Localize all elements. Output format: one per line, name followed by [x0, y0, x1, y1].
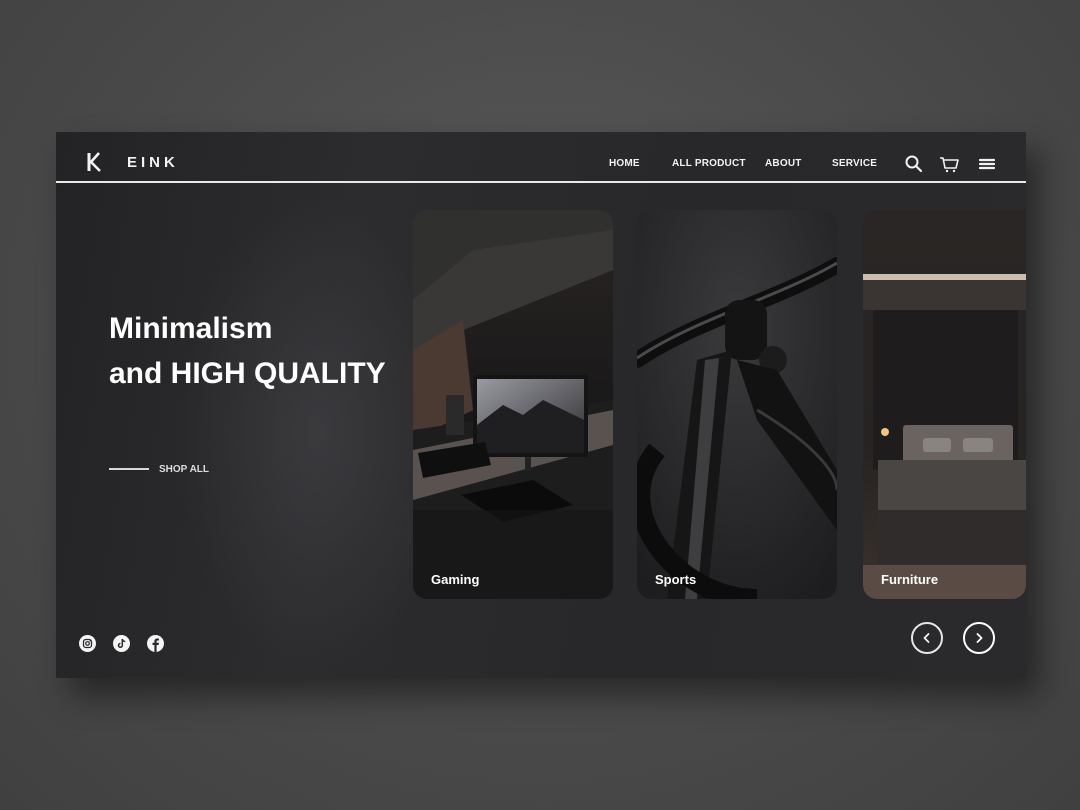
category-card-gaming[interactable]: Gaming: [413, 210, 613, 599]
hero-line-2: and HIGH QUALITY: [109, 357, 386, 390]
brand-name[interactable]: EINK: [127, 154, 179, 171]
logo-mark-icon[interactable]: [86, 150, 106, 174]
card-label-gaming: Gaming: [431, 572, 480, 587]
bedroom-image: [863, 210, 1026, 599]
category-card-furniture[interactable]: Furniture: [863, 210, 1026, 599]
landing-page-panel: EINK HOME ALL PRODUCT ABOUT SERVICE Mini…: [56, 132, 1026, 678]
cart-icon[interactable]: [939, 154, 959, 174]
tiktok-icon[interactable]: [113, 635, 130, 652]
chevron-right-icon: [976, 633, 983, 643]
shop-all-line: [109, 468, 149, 470]
gaming-desk-image: [413, 210, 613, 599]
instagram-icon[interactable]: [79, 635, 96, 652]
chevron-left-icon: [923, 633, 930, 643]
nav-home[interactable]: HOME: [609, 158, 640, 169]
bicycle-image: [637, 210, 837, 599]
carousel-next-button[interactable]: [963, 622, 995, 654]
card-label-sports: Sports: [655, 572, 697, 587]
card-label-furniture: Furniture: [881, 572, 939, 587]
menu-icon[interactable]: [977, 154, 997, 174]
category-card-sports[interactable]: Sports: [637, 210, 837, 599]
carousel-prev-button[interactable]: [911, 622, 943, 654]
nav-about[interactable]: ABOUT: [765, 158, 802, 169]
shop-all-link[interactable]: SHOP ALL: [159, 464, 209, 475]
header-divider: [56, 181, 1026, 183]
nav-service[interactable]: SERVICE: [832, 158, 877, 169]
hero-line-1: Minimalism: [109, 312, 273, 345]
search-icon[interactable]: [904, 154, 924, 174]
nav-all-product[interactable]: ALL PRODUCT: [672, 158, 746, 169]
hero-headline: Minimalism and HIGH QUALITY: [109, 306, 386, 396]
facebook-icon[interactable]: [147, 635, 164, 652]
